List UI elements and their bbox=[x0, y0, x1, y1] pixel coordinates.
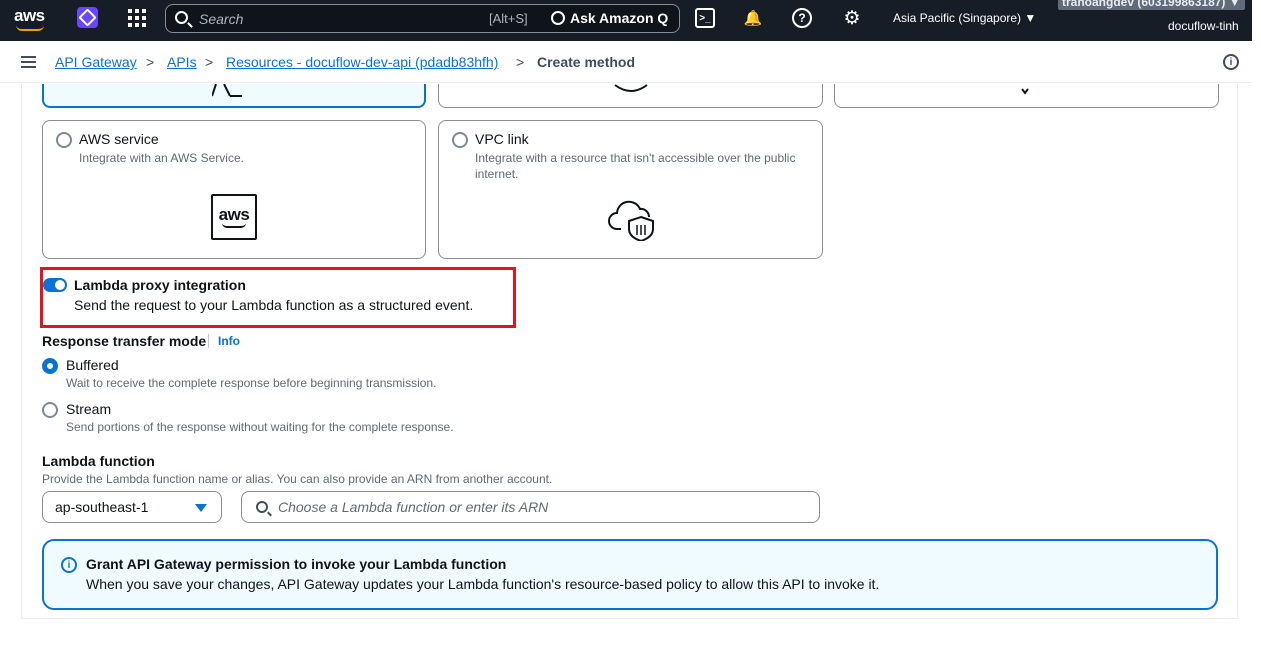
aws-logo-icon-text: aws bbox=[218, 204, 250, 224]
breadcrumb-bar: API Gateway > APIs > Resources - docuflo… bbox=[0, 41, 1252, 83]
http-icon bbox=[614, 84, 648, 92]
cloudshell-icon[interactable]: >_ bbox=[695, 8, 715, 28]
aws-service-title: AWS service bbox=[79, 131, 159, 147]
lambda-icon bbox=[212, 84, 242, 97]
account-menu[interactable]: trahoangdev (603199863187) ▼ bbox=[1058, 0, 1245, 10]
stream-label[interactable]: Stream bbox=[66, 401, 111, 417]
breadcrumb-separator: > bbox=[516, 54, 525, 70]
buffered-radio[interactable] bbox=[42, 358, 58, 374]
settings-gear-icon[interactable]: ⚙ bbox=[842, 8, 862, 29]
buffered-description: Wait to receive the complete response be… bbox=[66, 376, 437, 390]
alert-description: When you save your changes, API Gateway … bbox=[86, 576, 880, 592]
search-placeholder: Search bbox=[199, 11, 244, 27]
lambda-function-hint: Provide the Lambda function name or alia… bbox=[42, 472, 553, 486]
aws-smile-icon bbox=[16, 25, 44, 31]
integration-card-aws-service[interactable]: AWS service Integrate with an AWS Servic… bbox=[42, 120, 426, 259]
vpc-link-radio[interactable] bbox=[452, 132, 468, 148]
search-icon bbox=[175, 11, 188, 24]
search-shortcut: [Alt+S] bbox=[489, 11, 528, 26]
alert-title: Grant API Gateway permission to invoke y… bbox=[86, 556, 507, 572]
amazon-q-icon bbox=[551, 11, 565, 25]
username[interactable]: docuflow-tinh bbox=[1168, 19, 1239, 33]
cloud-shield-icon bbox=[608, 200, 654, 241]
lambda-function-label: Lambda function bbox=[42, 453, 155, 469]
services-menu-icon[interactable] bbox=[128, 9, 146, 27]
aws-service-description: Integrate with an AWS Service. bbox=[79, 151, 244, 165]
lambda-region-select[interactable]: ap-southeast-1 bbox=[42, 491, 222, 523]
global-search-input[interactable]: Search [Alt+S] Ask Amazon Q bbox=[165, 4, 680, 33]
lambda-function-search-input[interactable]: Choose a Lambda function or enter its AR… bbox=[241, 491, 820, 523]
lambda-proxy-title: Lambda proxy integration bbox=[74, 277, 246, 293]
aws-service-radio[interactable] bbox=[56, 132, 72, 148]
breadcrumb-apis[interactable]: APIs bbox=[167, 54, 197, 70]
region-selector[interactable]: Asia Pacific (Singapore) ▼ bbox=[893, 11, 1036, 25]
breadcrumb-separator: > bbox=[205, 54, 214, 70]
aws-logo-icon: aws bbox=[211, 194, 257, 240]
permission-info-alert: i Grant API Gateway permission to invoke… bbox=[42, 539, 1218, 610]
ask-amazon-q-button[interactable]: Ask Amazon Q bbox=[551, 10, 668, 26]
lambda-proxy-toggle[interactable] bbox=[43, 278, 67, 292]
mock-icon bbox=[1021, 88, 1029, 95]
integration-card-lambda[interactable] bbox=[42, 84, 426, 108]
breadcrumb-api-gateway[interactable]: API Gateway bbox=[55, 54, 137, 70]
notifications-bell-icon[interactable]: 🔔 bbox=[743, 8, 763, 28]
breadcrumb-current: Create method bbox=[537, 54, 636, 70]
caret-down-icon bbox=[195, 504, 207, 512]
response-transfer-mode-label: Response transfer mode bbox=[42, 333, 207, 349]
menu-hamburger-icon[interactable] bbox=[21, 56, 36, 68]
response-transfer-info-link[interactable]: Info bbox=[208, 334, 240, 348]
top-navigation: aws Search [Alt+S] Ask Amazon Q >_ 🔔 ? ⚙… bbox=[0, 0, 1252, 41]
ask-amazon-q-label: Ask Amazon Q bbox=[570, 10, 669, 26]
aws-logo[interactable]: aws bbox=[14, 6, 48, 34]
info-panel-icon[interactable]: i bbox=[1223, 54, 1239, 70]
integration-card-http[interactable] bbox=[438, 84, 823, 108]
integration-card-mock[interactable] bbox=[834, 84, 1219, 108]
info-icon: i bbox=[61, 557, 77, 573]
help-icon[interactable]: ? bbox=[792, 8, 812, 28]
search-icon bbox=[256, 501, 268, 513]
lambda-function-placeholder: Choose a Lambda function or enter its AR… bbox=[278, 499, 549, 515]
lambda-region-value: ap-southeast-1 bbox=[55, 499, 149, 515]
vpc-link-description: Integrate with a resource that isn't acc… bbox=[475, 151, 796, 181]
api-gateway-service-icon[interactable] bbox=[77, 7, 98, 28]
buffered-label[interactable]: Buffered bbox=[66, 357, 119, 373]
aws-logo-text: aws bbox=[14, 6, 45, 25]
breadcrumb-separator: > bbox=[146, 54, 155, 70]
stream-description: Send portions of the response without wa… bbox=[66, 420, 454, 434]
breadcrumb-resources[interactable]: Resources - docuflow-dev-api (pdadb83hfh… bbox=[226, 54, 498, 70]
vpc-link-title: VPC link bbox=[475, 131, 529, 147]
lambda-proxy-description: Send the request to your Lambda function… bbox=[74, 297, 474, 313]
stream-radio[interactable] bbox=[42, 402, 58, 418]
integration-card-vpc-link[interactable]: VPC link Integrate with a resource that … bbox=[438, 120, 823, 259]
create-method-form: AWS service Integrate with an AWS Servic… bbox=[21, 84, 1238, 619]
